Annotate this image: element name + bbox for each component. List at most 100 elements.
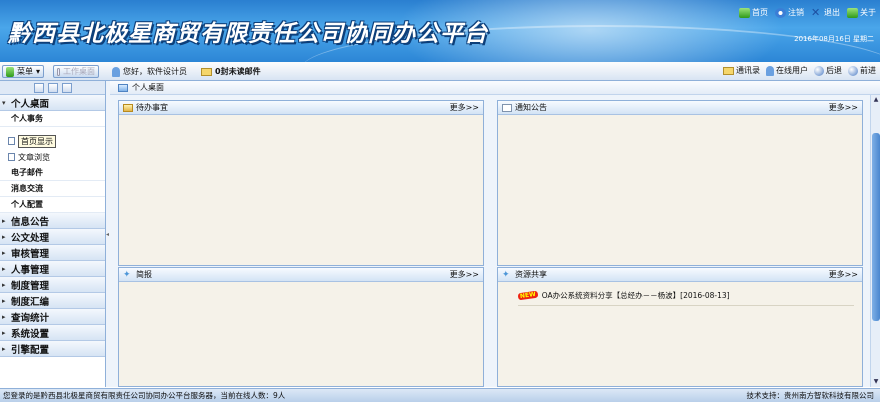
sidebar-item-label: 电子邮件 <box>11 168 43 177</box>
collapse-arrow-icon[interactable]: ◂ <box>106 231 109 238</box>
forward-icon <box>848 65 858 76</box>
sidebar-section-label: 查询统计 <box>11 312 50 324</box>
logout-icon <box>775 7 786 18</box>
expand-icon[interactable] <box>47 83 58 93</box>
sidebar-item-messages[interactable]: 消息交流 <box>0 181 105 197</box>
sidebar-section-label: 信息公告 <box>11 216 50 228</box>
resource-icon: ✦ <box>502 269 510 280</box>
sidebar-section-system-settings[interactable]: ▸ 系统设置 <box>0 325 105 341</box>
list-item[interactable]: NEW OA办公系统资料分享【总经办－－杨波】[2016-08-13] <box>517 290 854 306</box>
status-bar: 您登录的是黔西县北极星商贸有限责任公司协同办公平台服务器，当前在线人数：9人 技… <box>0 388 880 402</box>
sidebar-item-label: 个人事务 <box>11 114 43 123</box>
back-button[interactable]: 后退 <box>814 65 842 76</box>
scroll-up-icon[interactable]: ▲ <box>871 95 880 105</box>
panel-title: 资源共享 <box>515 270 547 279</box>
document-icon <box>8 137 15 145</box>
panel-header: ✦ 资源共享 更多>> <box>498 268 862 282</box>
tech-support-text: 技术支持：贵州南方智软科技有限公司 <box>746 391 875 400</box>
about-link[interactable]: 关于 <box>847 7 876 18</box>
exit-link-label: 退出 <box>824 8 840 17</box>
chevron-down-icon: ▾ <box>35 67 40 76</box>
menu-button[interactable]: 菜单 ▾ <box>2 65 44 78</box>
toolbar: 菜单 ▾ 工作桌面 您好，软件设计员 0封未读邮件 通讯录 在线用户 后退 前进 <box>0 62 880 81</box>
chevron-right-icon: ▸ <box>2 216 6 225</box>
chevron-right-icon: ▸ <box>2 312 6 321</box>
collapse-icon[interactable] <box>61 83 72 93</box>
todo-panel: 待办事宜 更多>> <box>118 100 484 266</box>
work-desktop-button[interactable]: 工作桌面 <box>53 65 99 78</box>
online-users-icon <box>766 65 774 76</box>
sidebar-section-label: 引擎配置 <box>11 344 50 356</box>
sidebar-section-label: 制度汇编 <box>11 296 50 308</box>
address-book-button[interactable]: 通讯录 <box>723 65 760 76</box>
sidebar-item-email[interactable]: 电子邮件 <box>0 165 105 181</box>
sidebar-section-hr[interactable]: ▸ 人事管理 <box>0 261 105 277</box>
back-label: 后退 <box>826 66 842 75</box>
desktop-icon <box>57 67 60 76</box>
top-links: 首页 注销 ✕ 退出 关于 <box>739 7 876 18</box>
address-book-icon <box>723 66 734 75</box>
chevron-right-icon: ▸ <box>2 328 6 337</box>
more-link[interactable]: 更多>> <box>450 102 479 113</box>
chevron-right-icon: ▸ <box>2 264 6 273</box>
notice-icon <box>502 103 512 112</box>
chevron-right-icon: ▸ <box>2 296 6 305</box>
home-link[interactable]: 首页 <box>739 7 768 18</box>
panel-title: 待办事宜 <box>136 103 168 112</box>
more-link[interactable]: 更多>> <box>450 269 479 280</box>
menu-icon <box>6 66 14 77</box>
sidebar-section-label: 制度管理 <box>11 280 50 292</box>
toolbar-right: 通讯录 在线用户 后退 前进 <box>723 65 876 76</box>
panel-header: ✦ 简报 更多>> <box>119 268 483 282</box>
chevron-right-icon: ▸ <box>2 232 6 241</box>
folder-icon <box>123 103 133 112</box>
logout-link[interactable]: 注销 <box>775 7 804 18</box>
sidebar-item-home-display[interactable]: 首页显示 <box>0 133 105 149</box>
greeting: 您好，软件设计员 <box>112 65 187 78</box>
unread-mail-link[interactable]: 0封未读邮件 <box>201 65 261 78</box>
sidebar-section-query-stats[interactable]: ▸ 查询统计 <box>0 309 105 325</box>
exit-link[interactable]: ✕ 退出 <box>811 7 840 18</box>
sidebar-section-personal-desktop[interactable]: ▾ 个人桌面 <box>0 95 105 111</box>
sidebar-item-label: 文章浏览 <box>18 152 50 162</box>
scrollbar-thumb[interactable] <box>872 133 880 321</box>
scroll-down-icon[interactable]: ▼ <box>871 377 880 387</box>
panel-title: 通知公告 <box>515 103 547 112</box>
more-link[interactable]: 更多>> <box>829 269 858 280</box>
about-icon <box>847 7 858 18</box>
header-banner: 黔西县北极星商贸有限责任公司协同办公平台 首页 注销 ✕ 退出 关于 2016年… <box>0 0 880 62</box>
sidebar-item-personal-config[interactable]: 个人配置 <box>0 197 105 213</box>
app-title: 黔西县北极星商贸有限责任公司协同办公平台 <box>8 20 488 47</box>
sidebar-section-engine-config[interactable]: ▸ 引擎配置 <box>0 341 105 357</box>
about-link-label: 关于 <box>860 8 876 17</box>
sidebar-item-personal-affairs[interactable]: 个人事务 <box>0 111 105 127</box>
refresh-icon[interactable] <box>33 83 44 93</box>
sidebar-item-article-browse[interactable]: 文章浏览 <box>0 149 105 165</box>
sidebar-section-policy-compilation[interactable]: ▸ 制度汇编 <box>0 293 105 309</box>
sidebar-item-label: 个人配置 <box>11 200 43 209</box>
chevron-right-icon: ▸ <box>2 248 6 257</box>
notice-panel: 通知公告 更多>> <box>497 100 863 266</box>
sidebar-item-label: 首页显示 <box>18 134 56 148</box>
home-icon <box>739 7 750 18</box>
mail-icon <box>201 67 212 76</box>
sidebar-section-info-notices[interactable]: ▸ 信息公告 <box>0 213 105 229</box>
address-book-label: 通讯录 <box>736 66 760 75</box>
menu-button-label: 菜单 <box>16 67 33 76</box>
breadcrumb: 个人桌面 <box>110 81 880 95</box>
new-badge: NEW <box>517 290 539 301</box>
online-users-label: 在线用户 <box>776 66 808 75</box>
more-link[interactable]: 更多>> <box>829 102 858 113</box>
sidebar-section-documents[interactable]: ▸ 公文处理 <box>0 229 105 245</box>
home-link-label: 首页 <box>752 8 768 17</box>
panel-header: 待办事宜 更多>> <box>119 101 483 115</box>
online-users-button[interactable]: 在线用户 <box>766 65 808 76</box>
panel-header: 通知公告 更多>> <box>498 101 862 115</box>
vertical-scrollbar[interactable]: ▲ ▼ <box>870 95 880 387</box>
sidebar-section-review[interactable]: ▸ 审核管理 <box>0 245 105 261</box>
chevron-down-icon: ▾ <box>2 98 6 107</box>
forward-button[interactable]: 前进 <box>848 65 876 76</box>
current-date: 2016年08月16日 星期二 <box>794 35 874 43</box>
sidebar-section-policy[interactable]: ▸ 制度管理 <box>0 277 105 293</box>
sidebar-tools <box>0 81 105 95</box>
